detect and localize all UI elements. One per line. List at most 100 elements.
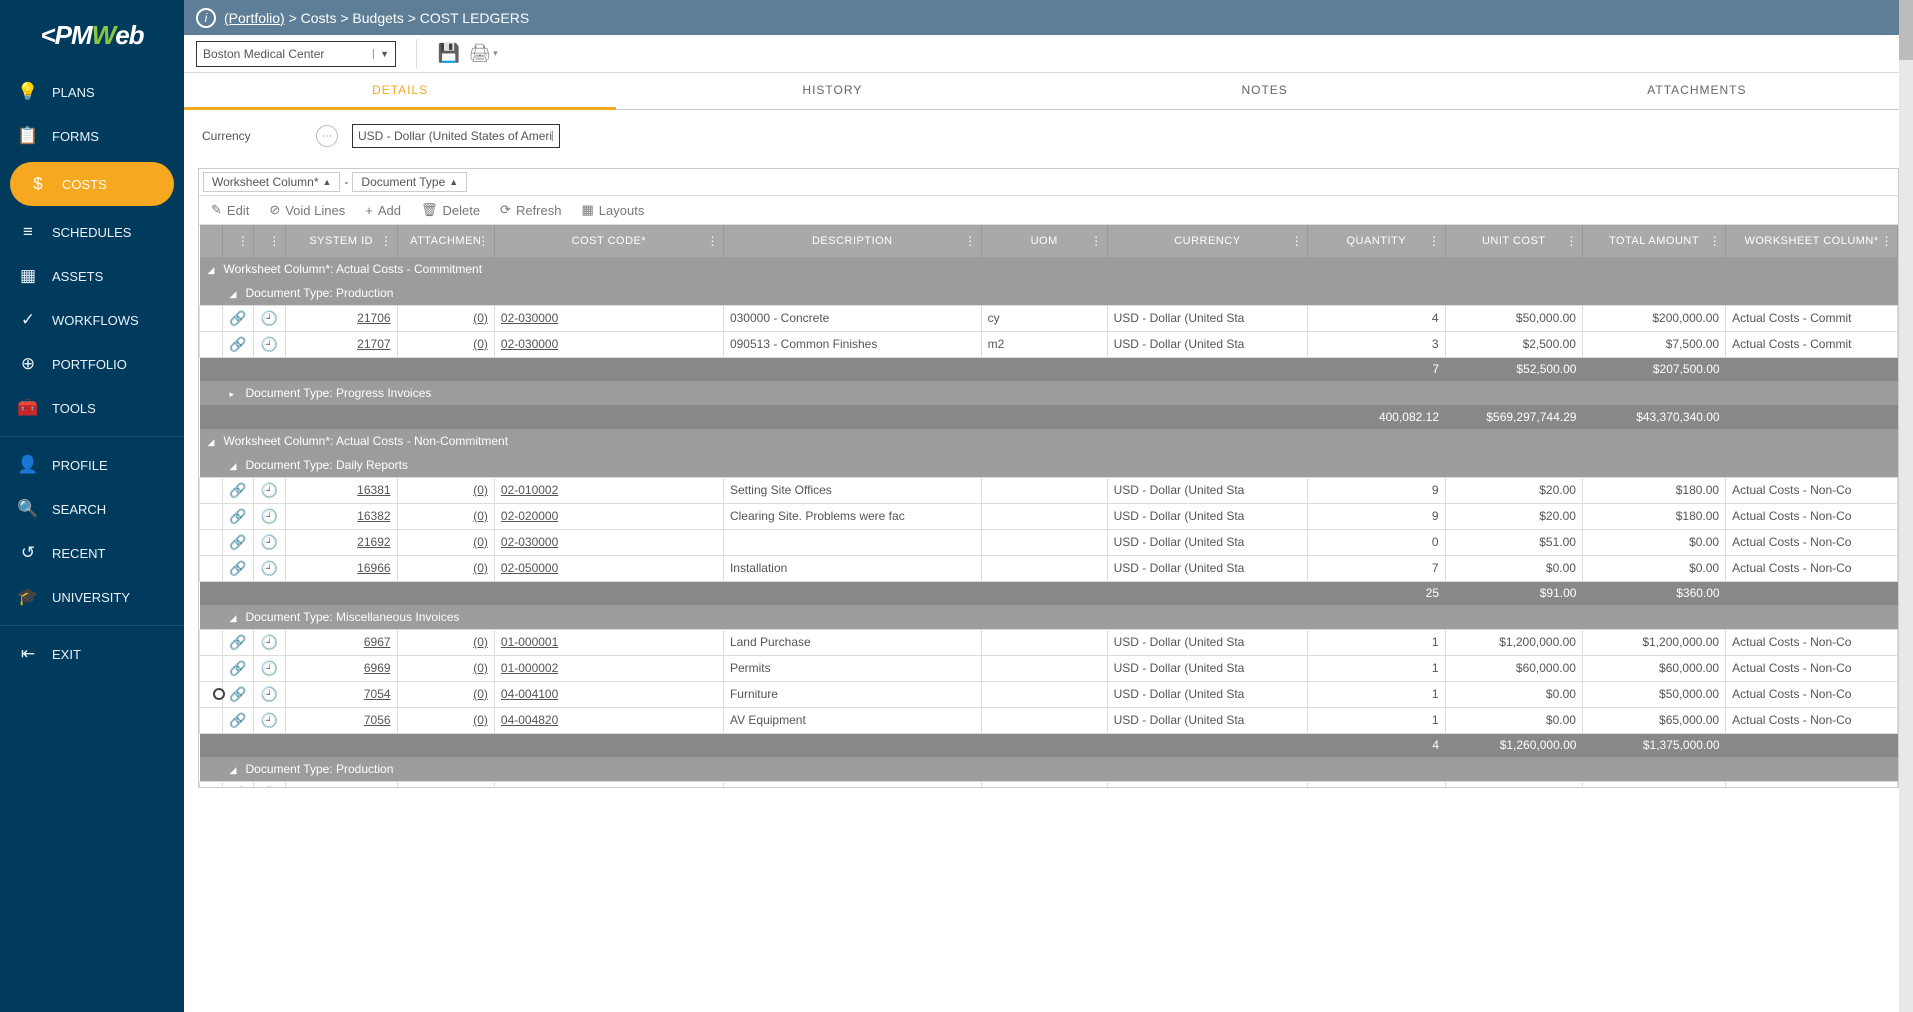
table-row[interactable]: 🔗🕘21692(0)02-030000USD - Dollar (United … bbox=[200, 529, 1898, 555]
nav-workflows[interactable]: ✓WORKFLOWS bbox=[0, 298, 184, 342]
save-icon[interactable]: 💾 bbox=[437, 42, 461, 66]
nav-assets[interactable]: ▦ASSETS bbox=[0, 254, 184, 298]
clock-icon[interactable]: 🕘 bbox=[254, 781, 285, 787]
link-icon[interactable]: 🔗 bbox=[222, 477, 253, 503]
cost-code[interactable]: 04-004820 bbox=[494, 707, 723, 733]
column-menu-icon[interactable]: ⋮ bbox=[1291, 234, 1304, 248]
print-icon[interactable]: 🖨▾ bbox=[471, 42, 495, 66]
group-header-1[interactable]: ◢Worksheet Column*: Actual Costs - Commi… bbox=[200, 257, 1898, 281]
table-row[interactable]: 🔗🕘17224(0)02-310000EarthworkTONUSD - Dol… bbox=[200, 781, 1898, 787]
clock-icon[interactable]: 🕘 bbox=[254, 331, 285, 357]
column-menu-icon[interactable]: ⋮ bbox=[380, 234, 393, 248]
nav-profile[interactable]: 👤PROFILE bbox=[0, 443, 184, 487]
group-header-2[interactable]: ◢Document Type: Miscellaneous Invoices bbox=[200, 605, 1898, 629]
nav-plans[interactable]: 💡PLANS bbox=[0, 70, 184, 114]
group-header-1[interactable]: ◢Worksheet Column*: Actual Costs - Non-C… bbox=[200, 429, 1898, 453]
tab-details[interactable]: DETAILS bbox=[184, 73, 616, 110]
currency-select[interactable]: USD - Dollar (United States of Ameri▼ bbox=[352, 124, 560, 148]
system-id[interactable]: 21692 bbox=[285, 529, 397, 555]
collapse-icon[interactable]: ◢ bbox=[230, 289, 240, 300]
table-row[interactable]: 🔗🕘16966(0)02-050000InstallationUSD - Dol… bbox=[200, 555, 1898, 581]
nav-tools[interactable]: 🧰TOOLS bbox=[0, 386, 184, 430]
breadcrumb-portfolio[interactable]: (Portfolio) bbox=[224, 10, 285, 26]
collapse-icon[interactable]: ◢ bbox=[230, 765, 240, 776]
attachments-count[interactable]: (0) bbox=[397, 781, 494, 787]
breadcrumb-costs[interactable]: Costs bbox=[301, 10, 337, 26]
system-id[interactable]: 16966 bbox=[285, 555, 397, 581]
table-row[interactable]: 🔗🕘7056(0)04-004820AV EquipmentUSD - Doll… bbox=[200, 707, 1898, 733]
currency-options-button[interactable]: ⋯ bbox=[316, 125, 338, 147]
attachments-count[interactable]: (0) bbox=[397, 707, 494, 733]
system-id[interactable]: 7056 bbox=[285, 707, 397, 733]
scrollbar[interactable] bbox=[1899, 0, 1913, 1012]
table-row[interactable]: 🔗🕘21707(0)02-030000090513 - Common Finis… bbox=[200, 331, 1898, 357]
collapse-icon[interactable]: ▸ bbox=[230, 389, 240, 400]
attachments-count[interactable]: (0) bbox=[397, 555, 494, 581]
col-header[interactable]: QUANTITY⋮ bbox=[1308, 225, 1445, 257]
column-menu-icon[interactable]: ⋮ bbox=[1565, 234, 1578, 248]
info-icon[interactable]: i bbox=[196, 8, 216, 28]
col-header[interactable]: WORKSHEET COLUMN*⋮ bbox=[1726, 225, 1898, 257]
clock-icon[interactable]: 🕘 bbox=[254, 629, 285, 655]
collapse-icon[interactable]: ◢ bbox=[208, 437, 218, 448]
breadcrumb-budgets[interactable]: Budgets bbox=[352, 10, 403, 26]
clock-icon[interactable]: 🕘 bbox=[254, 681, 285, 707]
col-header[interactable]: UOM⋮ bbox=[981, 225, 1107, 257]
col-header[interactable] bbox=[200, 225, 223, 257]
nav-search[interactable]: 🔍SEARCH bbox=[0, 487, 184, 531]
collapse-icon[interactable]: ◢ bbox=[230, 613, 240, 624]
table-row[interactable]: 🔗🕘16382(0)02-020000Clearing Site. Proble… bbox=[200, 503, 1898, 529]
cost-code[interactable]: 02-050000 bbox=[494, 555, 723, 581]
tab-history[interactable]: HISTORY bbox=[616, 73, 1048, 109]
col-header[interactable]: SYSTEM ID⋮ bbox=[285, 225, 397, 257]
column-menu-icon[interactable]: ⋮ bbox=[237, 234, 250, 248]
edit-button[interactable]: ✎Edit bbox=[211, 202, 249, 218]
col-header[interactable]: COST CODE*⋮ bbox=[494, 225, 723, 257]
col-header[interactable]: ⋮ bbox=[254, 225, 285, 257]
col-header[interactable]: CURRENCY⋮ bbox=[1107, 225, 1307, 257]
column-menu-icon[interactable]: ⋮ bbox=[1090, 234, 1103, 248]
clock-icon[interactable]: 🕘 bbox=[254, 655, 285, 681]
link-icon[interactable]: 🔗 bbox=[222, 781, 253, 787]
column-menu-icon[interactable]: ⋮ bbox=[477, 234, 490, 248]
cost-code[interactable]: 04-004100 bbox=[494, 681, 723, 707]
refresh-button[interactable]: ⟳Refresh bbox=[500, 202, 561, 218]
attachments-count[interactable]: (0) bbox=[397, 681, 494, 707]
group-chip[interactable]: Worksheet Column*▲ bbox=[203, 172, 340, 192]
group-header-2[interactable]: ▸Document Type: Progress Invoices bbox=[200, 381, 1898, 405]
table-row[interactable]: 🔗🕘21706(0)02-030000030000 - ConcretecyUS… bbox=[200, 305, 1898, 331]
system-id[interactable]: 17224 bbox=[285, 781, 397, 787]
col-header[interactable]: UNIT COST⋮ bbox=[1445, 225, 1582, 257]
tab-attachments[interactable]: ATTACHMENTS bbox=[1481, 73, 1913, 109]
system-id[interactable]: 6969 bbox=[285, 655, 397, 681]
column-menu-icon[interactable]: ⋮ bbox=[1428, 234, 1441, 248]
cost-code[interactable]: 02-030000 bbox=[494, 305, 723, 331]
col-header[interactable]: DESCRIPTION⋮ bbox=[723, 225, 981, 257]
nav-forms[interactable]: 📋FORMS bbox=[0, 114, 184, 158]
system-id[interactable]: 7054 bbox=[285, 681, 397, 707]
table-row[interactable]: 🔗🕘7054(0)04-004100FurnitureUSD - Dollar … bbox=[200, 681, 1898, 707]
col-header[interactable]: ⋮ bbox=[222, 225, 253, 257]
nav-university[interactable]: 🎓UNIVERSITY bbox=[0, 575, 184, 619]
grid-scroll[interactable]: ⋮⋮SYSTEM ID⋮ATTACHMEN⋮COST CODE*⋮DESCRIP… bbox=[199, 225, 1898, 787]
table-row[interactable]: 🔗🕘6969(0)01-000002PermitsUSD - Dollar (U… bbox=[200, 655, 1898, 681]
nav-exit[interactable]: ⇤EXIT bbox=[0, 632, 184, 676]
clock-icon[interactable]: 🕘 bbox=[254, 305, 285, 331]
system-id[interactable]: 16381 bbox=[285, 477, 397, 503]
link-icon[interactable]: 🔗 bbox=[222, 707, 253, 733]
link-icon[interactable]: 🔗 bbox=[222, 681, 253, 707]
clock-icon[interactable]: 🕘 bbox=[254, 529, 285, 555]
table-row[interactable]: 🔗🕘16381(0)02-010002Setting Site OfficesU… bbox=[200, 477, 1898, 503]
column-menu-icon[interactable]: ⋮ bbox=[706, 234, 719, 248]
cost-code[interactable]: 02-010002 bbox=[494, 477, 723, 503]
clock-icon[interactable]: 🕘 bbox=[254, 503, 285, 529]
col-header[interactable]: TOTAL AMOUNT⋮ bbox=[1582, 225, 1725, 257]
clock-icon[interactable]: 🕘 bbox=[254, 477, 285, 503]
link-icon[interactable]: 🔗 bbox=[222, 655, 253, 681]
system-id[interactable]: 16382 bbox=[285, 503, 397, 529]
nav-portfolio[interactable]: ⊕PORTFOLIO bbox=[0, 342, 184, 386]
collapse-icon[interactable]: ◢ bbox=[230, 461, 240, 472]
link-icon[interactable]: 🔗 bbox=[222, 305, 253, 331]
attachments-count[interactable]: (0) bbox=[397, 331, 494, 357]
cost-code[interactable]: 02-030000 bbox=[494, 331, 723, 357]
